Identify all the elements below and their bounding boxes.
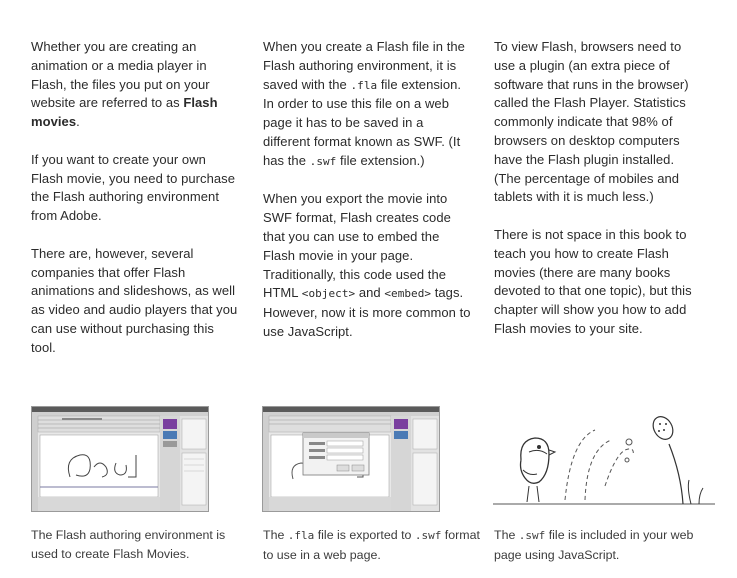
text-column-1: Whether you are creating an animation or… bbox=[31, 38, 241, 376]
paragraph: When you create a Flash file in the Flas… bbox=[263, 39, 465, 168]
code-swf: .swf bbox=[309, 154, 337, 168]
code-embed-tag: <embed> bbox=[384, 287, 432, 301]
paragraph: Whether you are creating an animation or… bbox=[31, 39, 218, 130]
text-column-3: To view Flash, browsers need to use a pl… bbox=[494, 38, 704, 358]
paragraph: There are, however, several companies th… bbox=[31, 245, 238, 355]
code-swf: .swf bbox=[518, 529, 546, 542]
flash-authoring-screenshot bbox=[31, 406, 209, 512]
caption-authoring: The Flash authoring environment is used … bbox=[31, 528, 226, 561]
caption-export: The .fla file is exported to .swf format… bbox=[263, 528, 480, 562]
paragraph: There is not space in this book to teach… bbox=[494, 226, 692, 336]
flash-export-screenshot bbox=[262, 406, 440, 512]
bird-and-flower-illustration bbox=[493, 416, 715, 505]
paragraph: When you export the movie into SWF forma… bbox=[263, 191, 471, 339]
code-object-tag: <object> bbox=[301, 287, 356, 301]
paragraph: If you want to create your own Flash mov… bbox=[31, 151, 235, 224]
authoring-window-illustration bbox=[32, 407, 208, 511]
text-column-2: When you create a Flash file in the Flas… bbox=[263, 38, 473, 361]
code-swf: .swf bbox=[414, 529, 442, 542]
caption-include: The .swf file is included in your web pa… bbox=[494, 528, 694, 562]
flash-movie-illustration bbox=[493, 400, 715, 512]
code-fla: .fla bbox=[350, 78, 378, 92]
export-dialog-illustration bbox=[263, 407, 439, 511]
code-fla: .fla bbox=[287, 529, 315, 542]
paragraph: To view Flash, browsers need to use a pl… bbox=[494, 39, 689, 205]
